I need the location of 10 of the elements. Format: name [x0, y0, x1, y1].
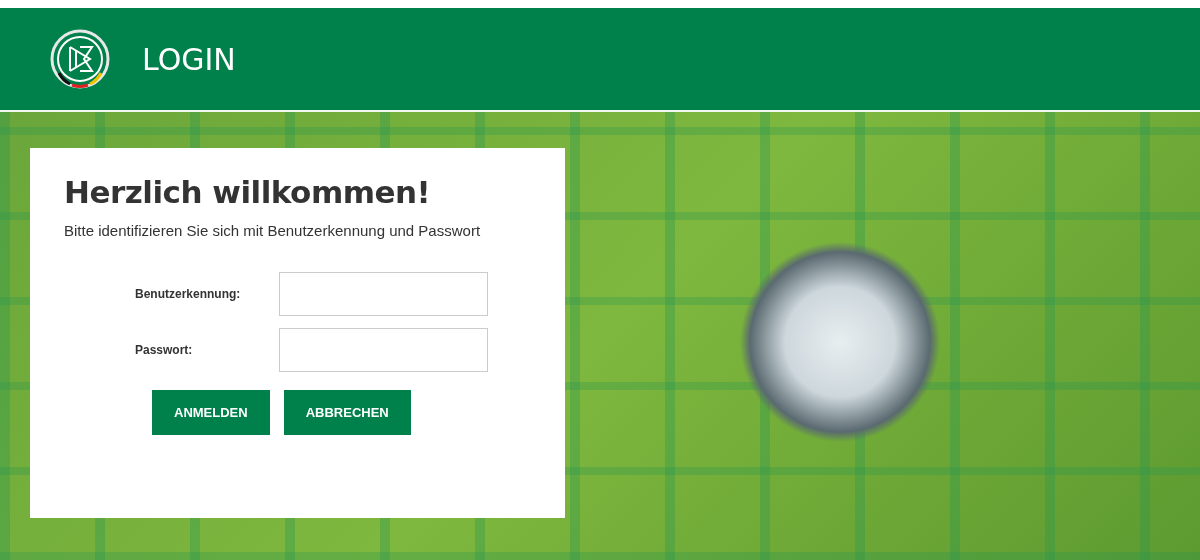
- intro-text: Bitte identifizieren Sie sich mit Benutzerkennung und Passwort: [64, 221, 482, 241]
- logo-icon: [50, 29, 110, 89]
- welcome-heading: Herzlich willkommen!: [64, 174, 432, 210]
- login-button[interactable]: ANMELDEN: [152, 390, 270, 435]
- input-field[interactable]: [279, 272, 488, 316]
- field-label: Passwort:: [135, 343, 194, 357]
- field-label: Benutzerkennung:: [135, 287, 242, 301]
- cancel-button[interactable]: ABBRECHEN: [283, 390, 411, 435]
- input-field[interactable]: [279, 328, 488, 372]
- page-title: LOGIN: [142, 41, 236, 77]
